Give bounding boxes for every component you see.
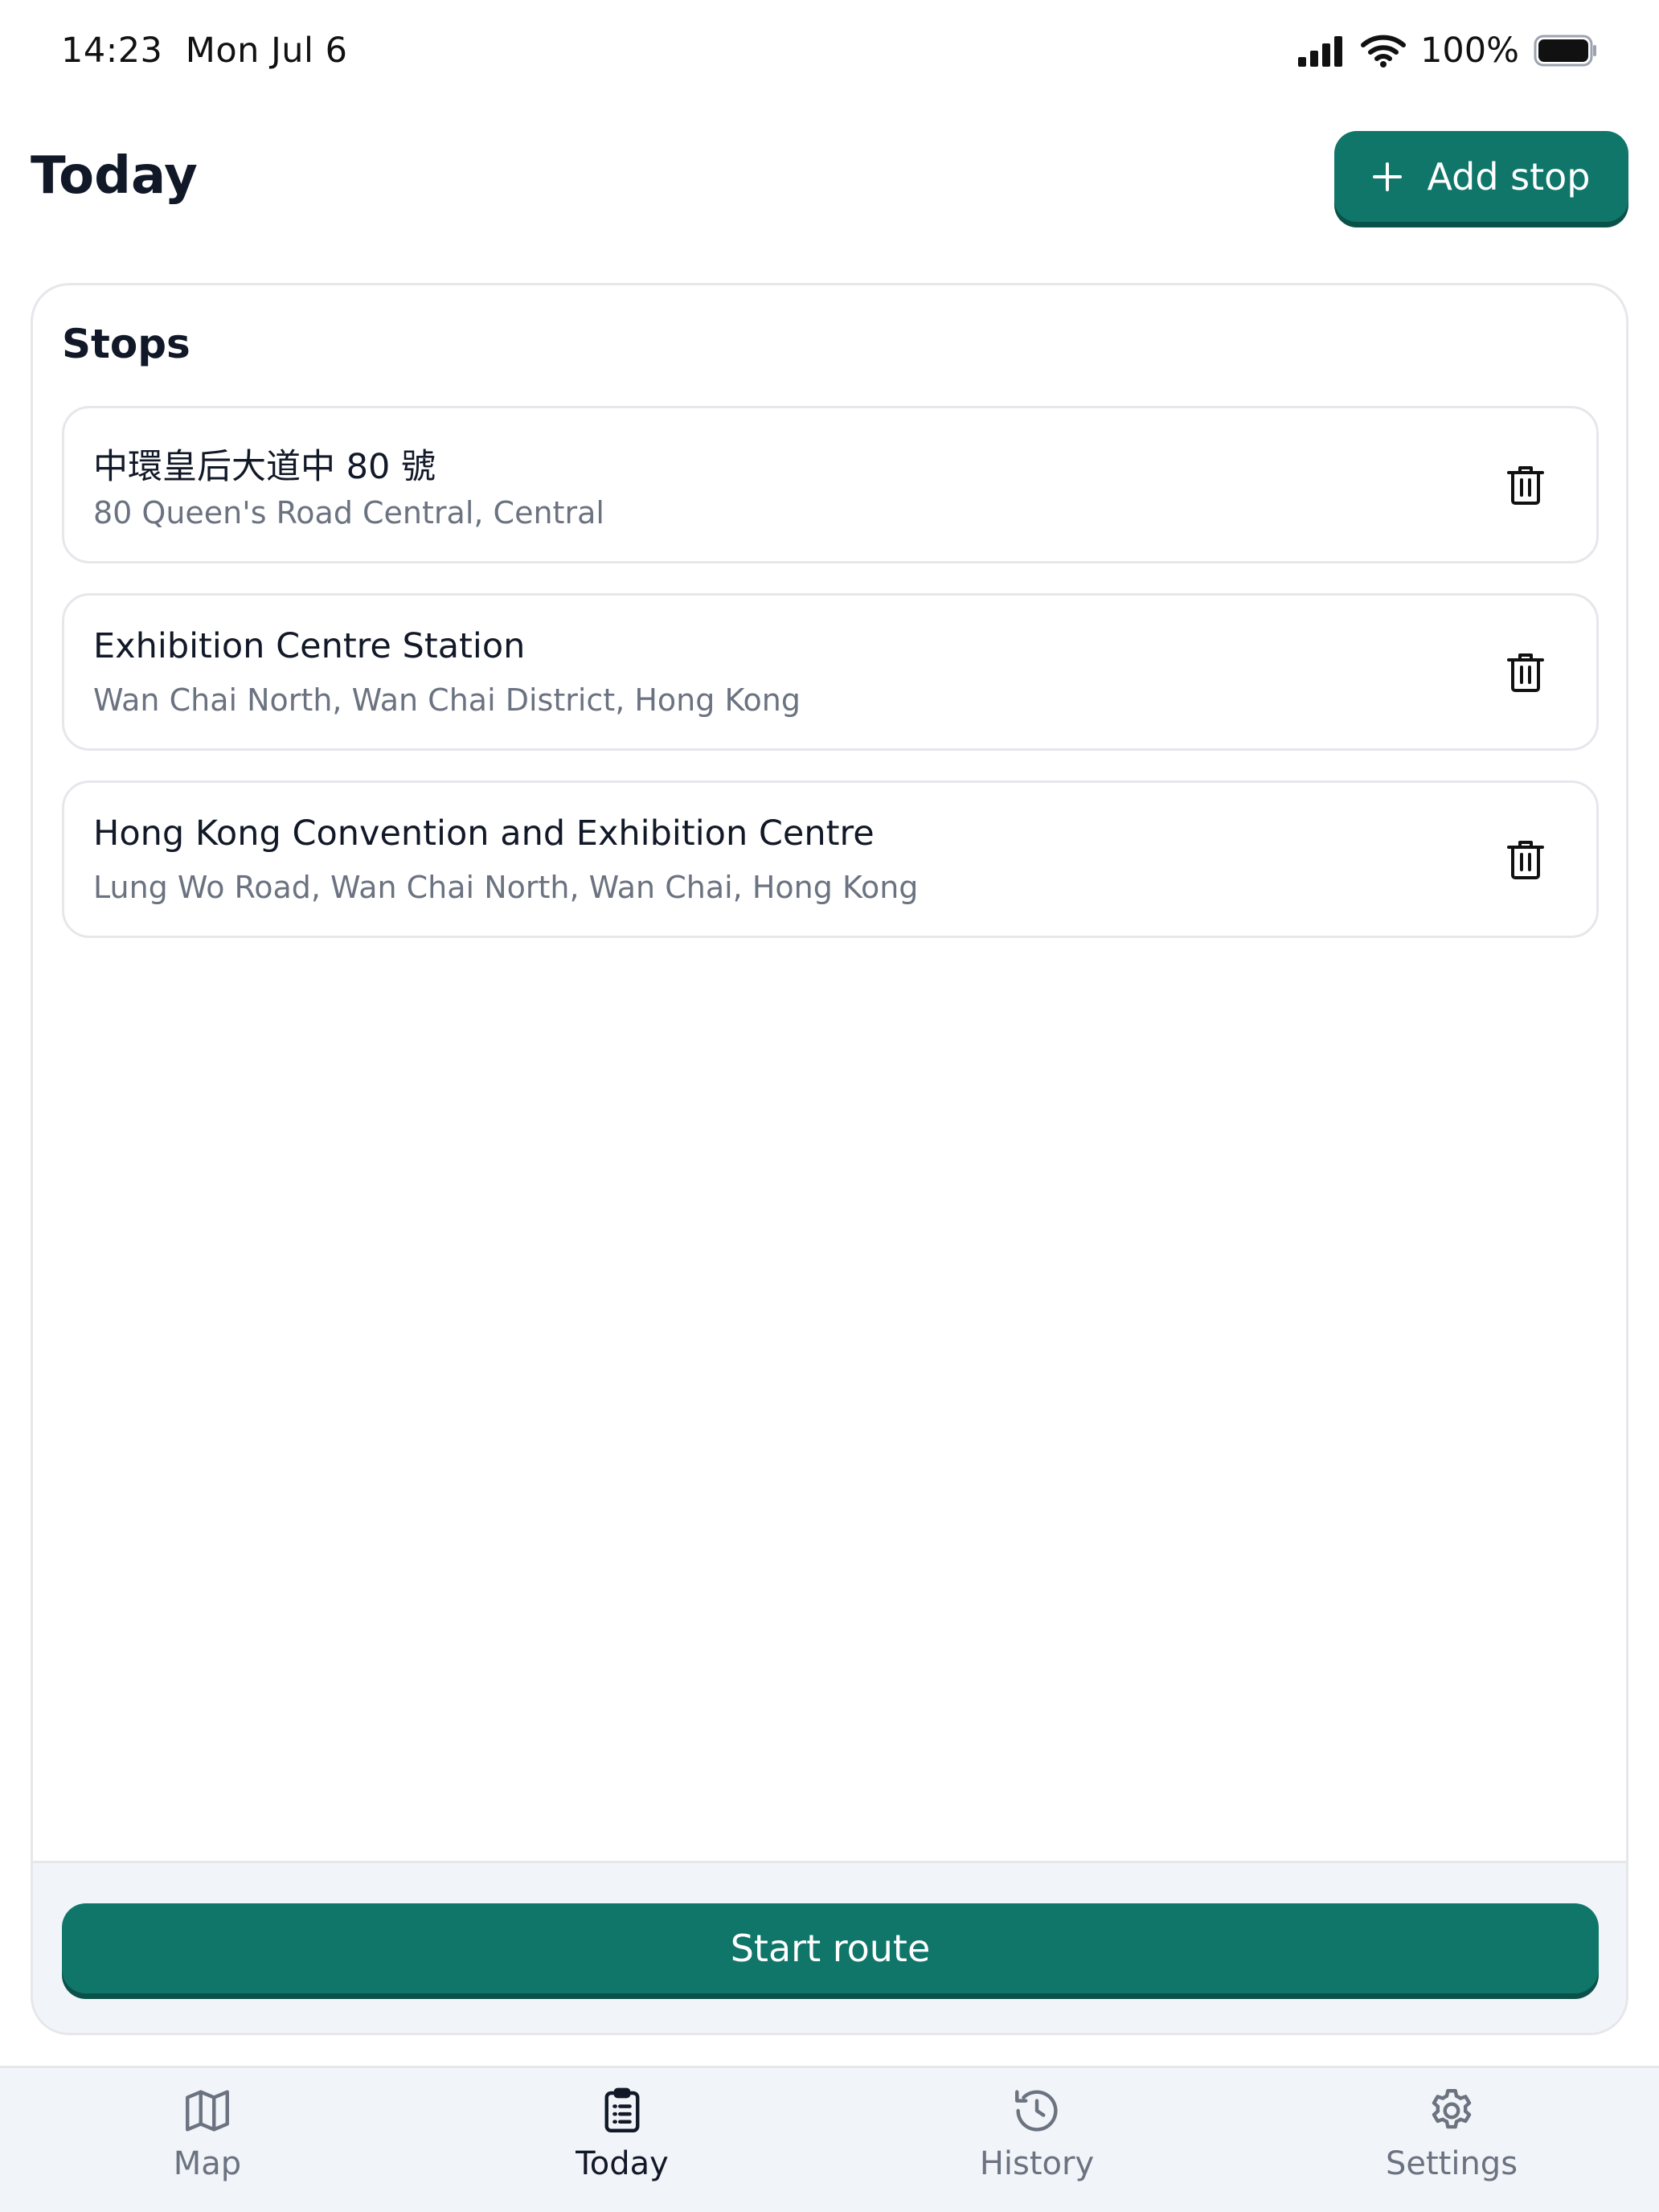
status-bar: 14:23 Mon Jul 6 100% <box>0 0 1659 104</box>
tab-history[interactable]: History <box>830 2068 1244 2212</box>
stop-address: 80 Queen's Road Central, Central <box>93 495 604 530</box>
status-date: Mon Jul 6 <box>185 31 348 71</box>
battery-percent: 100% <box>1420 31 1519 71</box>
delete-stop-button[interactable] <box>1497 457 1555 514</box>
tab-label: Map <box>173 2145 242 2182</box>
add-stop-label: Add stop <box>1427 154 1591 199</box>
status-indicators: 100% <box>1296 31 1598 71</box>
header: Today Add stop <box>0 121 1659 233</box>
page-title: Today <box>31 146 198 206</box>
gear-icon <box>1432 2089 1472 2129</box>
stop-name: Hong Kong Convention and Exhibition Cent… <box>93 813 875 854</box>
map-icon <box>186 2090 229 2132</box>
trash-icon <box>1507 653 1544 692</box>
tab-label: Today <box>576 2145 669 2182</box>
tab-today[interactable]: Today <box>415 2068 830 2212</box>
stops-title: Stops <box>62 321 190 367</box>
tab-label: History <box>979 2145 1095 2182</box>
cellular-signal-icon <box>1298 36 1343 67</box>
stop-item[interactable]: Exhibition Centre Station Wan Chai North… <box>62 593 1599 751</box>
battery-icon <box>1534 35 1596 67</box>
tab-label: Settings <box>1385 2145 1518 2182</box>
delete-stop-button[interactable] <box>1497 644 1555 702</box>
tab-map[interactable]: Map <box>0 2068 415 2212</box>
stop-address: Wan Chai North, Wan Chai District, Hong … <box>93 682 801 718</box>
stop-name: Exhibition Centre Station <box>93 626 526 666</box>
stops-card-footer: Start route <box>33 1861 1626 2033</box>
start-route-button[interactable]: Start route <box>62 1903 1599 1993</box>
tab-bar: Map Today History Settings <box>0 2066 1659 2212</box>
history-icon <box>1015 2090 1058 2132</box>
status-time: 14:23 Mon Jul 6 <box>61 31 348 71</box>
add-stop-button[interactable]: Add stop <box>1334 131 1628 222</box>
wifi-icon <box>1361 35 1407 68</box>
stops-card: Stops 中環皇后大道中 80 號 80 Queen's Road Centr… <box>31 283 1628 2035</box>
trash-icon <box>1507 841 1544 879</box>
status-time-value: 14:23 <box>61 31 163 71</box>
stop-address: Lung Wo Road, Wan Chai North, Wan Chai, … <box>93 870 919 905</box>
tab-settings[interactable]: Settings <box>1244 2068 1659 2212</box>
plus-icon <box>1373 162 1403 191</box>
stop-name: 中環皇后大道中 80 號 <box>93 447 436 487</box>
delete-stop-button[interactable] <box>1497 831 1555 889</box>
trash-icon <box>1507 466 1544 505</box>
stop-item[interactable]: 中環皇后大道中 80 號 80 Queen's Road Central, Ce… <box>62 406 1599 563</box>
clipboard-list-icon <box>604 2087 640 2132</box>
stop-item[interactable]: Hong Kong Convention and Exhibition Cent… <box>62 780 1599 938</box>
